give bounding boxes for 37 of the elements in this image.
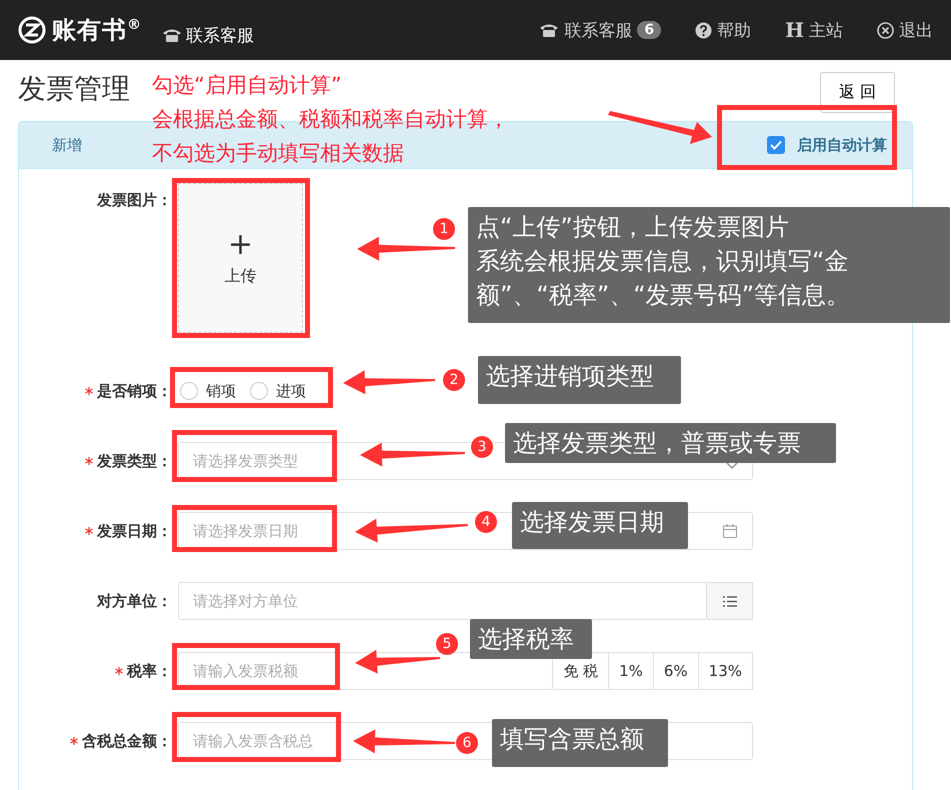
count-badge: 6 xyxy=(637,21,662,39)
step-number: 6 xyxy=(456,732,478,754)
home-icon: H xyxy=(785,18,804,42)
nav-link[interactable]: 联系客服 6 xyxy=(539,18,662,42)
nav-link[interactable]: 帮助 xyxy=(695,18,752,42)
step-number: 5 xyxy=(436,633,458,655)
panel-title: 新增 xyxy=(52,136,82,154)
field-label: 发票类型： xyxy=(97,452,172,470)
rate-button[interactable]: 6% xyxy=(654,652,699,690)
step-number: 1 xyxy=(433,218,455,240)
nav-link[interactable]: 退出 xyxy=(877,18,933,42)
callout-tooltip: 选择进销项类型 xyxy=(478,356,681,404)
checkbox-label: 启用自动计算 xyxy=(797,136,887,154)
field-label: 含税总金额： xyxy=(82,732,172,750)
callout-tooltip: 选择发票日期 xyxy=(512,502,688,549)
callout-tooltip: 选择发票类型，普票或专票 xyxy=(505,423,836,463)
radio-option[interactable]: 销项 xyxy=(180,382,236,400)
callout-tooltip: 填写含票总额 xyxy=(492,719,668,767)
step-number: 4 xyxy=(475,511,497,533)
step-number: 3 xyxy=(471,436,493,458)
field-label: 是否销项： xyxy=(97,382,172,400)
callout-tooltip: 选择税率 xyxy=(470,619,592,659)
field-label: 税率： xyxy=(127,662,172,680)
rate-button[interactable]: 1% xyxy=(609,652,654,690)
annotation-text: 勾选“启用自动计算” 会根据总金额、税额和税率自动计算， 不勾选为手动填写相关数据 xyxy=(152,72,509,167)
service-link[interactable]: 联系客服 xyxy=(162,24,254,46)
rate-button[interactable]: 13% xyxy=(698,652,753,690)
upload-button[interactable]: + 上传 xyxy=(178,183,303,333)
logo-text: 账有书$^{®}$ xyxy=(52,15,142,46)
page-title: 发票管理 xyxy=(18,71,130,107)
field-label: 发票日期： xyxy=(97,522,172,540)
step-number: 2 xyxy=(443,369,465,391)
field-label: 对方单位： xyxy=(97,592,172,610)
callout-tooltip: 点“上传”按钮，上传发票图片 系统会根据发票信息，识别填写“金额”、“税率”、“发票号码”等信息。 xyxy=(468,207,950,323)
nav-link[interactable]: H 主站 xyxy=(785,18,843,42)
radio-option[interactable]: 进项 xyxy=(250,382,306,400)
field-label: 发票图片： xyxy=(97,191,172,210)
